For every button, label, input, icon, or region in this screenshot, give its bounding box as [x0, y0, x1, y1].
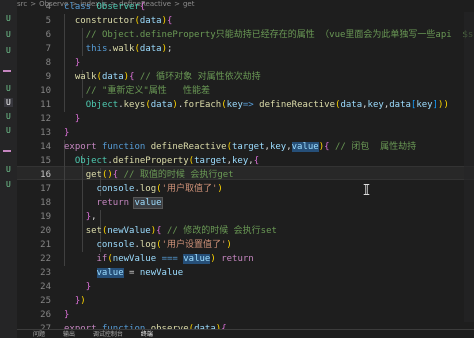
line-number: 10	[40, 86, 51, 96]
code-line[interactable]: if(newValue === value) return	[64, 252, 254, 266]
line-number: 17	[40, 184, 51, 194]
line-number: 20	[40, 226, 51, 236]
tab-problems[interactable]: 问题	[33, 330, 45, 338]
git-untracked-marker: U	[6, 84, 11, 93]
code-line[interactable]: // Object.defineProperty只能劫持已经存在的属性 （vue…	[64, 28, 474, 42]
code-line[interactable]: console.log('用户设置值了')	[64, 238, 232, 252]
code-line[interactable]: }	[64, 280, 91, 294]
code-line[interactable]: }	[64, 126, 69, 140]
code-line[interactable]: return value	[64, 196, 163, 210]
line-number: 25	[40, 296, 51, 306]
line-number: 9	[45, 72, 51, 82]
line-number: 24	[40, 282, 51, 292]
line-number: 4	[45, 2, 51, 12]
tab-output[interactable]: 输出	[63, 330, 75, 338]
git-untracked-marker-active[interactable]: U	[4, 98, 13, 107]
git-untracked-marker: U	[6, 165, 11, 174]
code-editor-window: U U U U U U U U U src > Observe > index.js > d…	[0, 0, 474, 338]
code-line[interactable]: value = newValue	[64, 266, 183, 280]
code-line-current[interactable]: get(){ // 取值的时候 会执行get	[64, 168, 234, 182]
code-line[interactable]: },	[64, 210, 97, 224]
bottom-panel-tabs: 问题 输出 调试控制台 终端	[17, 329, 474, 338]
git-untracked-marker: U	[6, 46, 11, 55]
vertical-scrollbar[interactable]	[464, 12, 474, 322]
i-beam-cursor-icon	[363, 184, 370, 195]
code-line[interactable]: this.walk(data);	[64, 42, 173, 56]
code-line[interactable]: constructor(data){	[64, 14, 173, 28]
code-line[interactable]: }	[64, 112, 80, 126]
code-line[interactable]: })	[64, 294, 86, 308]
line-number: 26	[40, 310, 51, 320]
line-number: 13	[40, 128, 51, 138]
code-line[interactable]: Object.defineProperty(target,key,{	[64, 154, 259, 168]
git-untracked-marker: U	[6, 30, 11, 39]
line-number: 21	[40, 240, 51, 250]
line-number: 7	[45, 44, 51, 54]
breadcrumb-separator: >	[174, 0, 180, 8]
code-line[interactable]: walk(data){ // 循环对象 对属性依次劫持	[64, 70, 261, 84]
breadcrumb-item[interactable]: get	[183, 0, 195, 8]
tab-debug-console[interactable]: 调试控制台	[93, 330, 123, 338]
line-number: 18	[40, 198, 51, 208]
code-line[interactable]: }	[64, 56, 80, 70]
git-untracked-marker: U	[6, 112, 11, 121]
git-status-strip: U U U U U U U U U	[0, 0, 17, 338]
line-number: 5	[45, 16, 51, 26]
line-number: 11	[40, 100, 51, 110]
line-number: 23	[40, 268, 51, 278]
code-line[interactable]: }	[64, 308, 69, 322]
line-number: 14	[40, 142, 51, 152]
line-number: 12	[40, 114, 51, 124]
tab-terminal[interactable]: 终端	[141, 330, 153, 338]
folded-indicator	[3, 70, 11, 72]
line-number: 19	[40, 212, 51, 222]
line-number: 8	[45, 58, 51, 68]
code-line[interactable]: // "重新定义"属性 性能差	[64, 84, 210, 98]
git-untracked-marker: U	[6, 126, 11, 135]
code-line[interactable]: Object.keys(data).forEach(key=> defineRe…	[64, 98, 449, 112]
line-number: 22	[40, 254, 51, 264]
git-untracked-marker: U	[6, 14, 11, 23]
line-number: 6	[45, 30, 51, 40]
line-number: 15	[40, 156, 51, 166]
code-line[interactable]: export function defineReactive(target,ke…	[64, 140, 416, 154]
folded-indicator	[3, 150, 11, 152]
line-number-current: 16	[40, 170, 51, 180]
code-line[interactable]: class Observer{	[64, 0, 145, 14]
code-line[interactable]: set(newValue){ // 修改的时候 会执行set	[64, 224, 277, 238]
code-line[interactable]: console.log('用户取值了')	[64, 182, 223, 196]
git-untracked-marker: U	[6, 180, 11, 189]
